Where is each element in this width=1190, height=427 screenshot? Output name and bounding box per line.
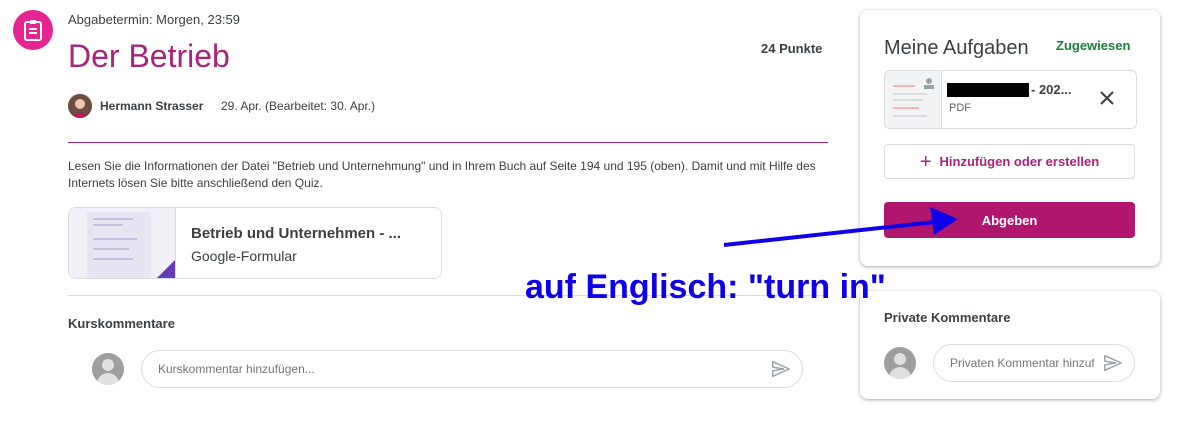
annotation-text: auf Englisch: "turn in"	[525, 268, 886, 306]
annotation-arrow	[723, 207, 958, 247]
